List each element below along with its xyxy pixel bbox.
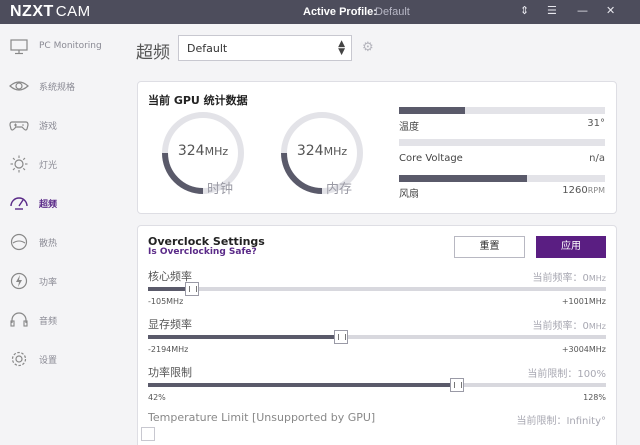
active-profile-label: Active Profile: <box>303 6 377 18</box>
temperature-limit-slider-thumb <box>141 427 155 441</box>
sidebar-item-label: 音频 <box>39 317 58 327</box>
sidebar-item-label: 散热 <box>39 239 58 249</box>
up-down-arrows-icon: ▲ ▼ <box>338 39 345 57</box>
memory-clock-max: +3004MHz <box>561 345 606 354</box>
eye-icon <box>9 81 29 91</box>
page-title: 超频 <box>136 43 170 63</box>
core-clock-value: 324MHz <box>177 143 229 159</box>
memory-clock-min: -2194MHz <box>148 345 189 354</box>
core-clock-max: +1001MHz <box>561 297 606 306</box>
sidebar-item-power[interactable]: 功率 <box>0 266 128 296</box>
power-limit-slider-label: 功率限制 <box>148 366 192 379</box>
sidebar-item-label: 游戏 <box>39 122 58 132</box>
menu-icon[interactable]: ☰ <box>547 4 557 17</box>
active-profile-value[interactable]: Default <box>375 6 410 18</box>
reset-button[interactable]: 重置 <box>454 236 525 258</box>
temperature-bar <box>399 107 605 114</box>
gamepad-icon <box>9 121 29 131</box>
profile-dropdown[interactable]: Default ▲ ▼ <box>178 35 352 61</box>
power-limit-max: 128% <box>583 393 606 402</box>
memory-clock-label: 内存 <box>326 182 353 197</box>
core-clock-slider-thumb[interactable] <box>184 282 199 296</box>
thermometer-icon <box>10 233 28 251</box>
sidebar: PC Monitoring 系统规格 游戏 灯光 超频 散热 功率 音频 设置 <box>0 24 128 445</box>
overclocking-safe-link[interactable]: Is Overclocking Safe? <box>148 247 257 257</box>
gpu-stats-title: 当前 GPU 统计数据 <box>148 94 248 107</box>
sidebar-item-label: 灯光 <box>39 161 58 171</box>
sun-icon <box>10 155 28 173</box>
sidebar-item-overclock[interactable]: 超频 <box>0 188 128 218</box>
temperature-bar-fill <box>399 107 465 114</box>
monitor-icon <box>10 39 28 55</box>
memory-clock-slider-label: 显存频率 <box>148 318 192 331</box>
minimize-icon[interactable]: — <box>577 4 588 17</box>
nzxt-cam-logo: NZXT CAM <box>10 3 91 20</box>
sidebar-item-system-specs[interactable]: 系统规格 <box>0 71 128 101</box>
temperature-limit-current: 当前限制：Infinity° <box>516 416 606 427</box>
fan-value: 1260RPM <box>562 185 605 196</box>
title-bar: NZXT CAM Active Profile: Default ⇕ ☰ — ✕ <box>0 0 640 24</box>
power-limit-min: 42% <box>148 393 166 402</box>
power-limit-slider-fill <box>148 383 458 387</box>
memory-clock-current: 当前频率：0MHz <box>532 321 607 332</box>
headset-icon <box>10 312 28 327</box>
core-clock-label: 时钟 <box>207 182 234 197</box>
power-icon <box>10 272 28 290</box>
memory-clock-value: 324MHz <box>296 143 348 159</box>
sidebar-item-lighting[interactable]: 灯光 <box>0 149 128 179</box>
fan-label: 风扇 <box>399 189 419 200</box>
temperature-limit-label: Temperature Limit [Unsupported by GPU] <box>148 411 376 424</box>
memory-clock-gauge: 324MHz <box>279 110 365 196</box>
power-limit-current: 当前限制：100% <box>527 369 606 380</box>
profile-settings-gear-icon[interactable]: ⚙ <box>362 40 374 55</box>
sidebar-item-label: 设置 <box>39 356 58 366</box>
sidebar-item-label: 系统规格 <box>39 83 76 93</box>
sidebar-item-label: PC Monitoring <box>39 41 102 51</box>
memory-clock-slider-fill <box>148 335 342 339</box>
core-clock-current: 当前频率：0MHz <box>532 273 607 284</box>
core-voltage-value: n/a <box>589 153 605 164</box>
speedometer-icon <box>10 197 28 210</box>
sidebar-item-games[interactable]: 游戏 <box>0 110 128 140</box>
profile-switch-icon[interactable]: ⇕ <box>520 4 529 17</box>
power-limit-slider[interactable] <box>148 378 606 392</box>
sidebar-item-audio[interactable]: 音频 <box>0 305 128 335</box>
sidebar-item-cooling[interactable]: 散热 <box>0 227 128 257</box>
sidebar-item-pc-monitoring[interactable]: PC Monitoring <box>0 32 128 62</box>
core-voltage-label: Core Voltage <box>399 153 463 164</box>
memory-clock-slider[interactable] <box>148 330 606 344</box>
fan-bar-fill <box>399 175 527 182</box>
temperature-value: 31° <box>587 118 605 129</box>
core-voltage-bar <box>399 139 605 146</box>
core-clock-min: -105MHz <box>148 297 184 306</box>
sidebar-item-label: 超频 <box>39 200 58 210</box>
sidebar-item-label: 功率 <box>39 278 58 288</box>
core-clock-gauge: 324MHz <box>160 110 246 196</box>
temperature-label: 温度 <box>399 122 419 133</box>
profile-dropdown-value: Default <box>187 42 228 55</box>
apply-button[interactable]: 应用 <box>536 236 606 258</box>
close-icon[interactable]: ✕ <box>606 4 615 17</box>
sidebar-item-settings[interactable]: 设置 <box>0 344 128 374</box>
memory-clock-slider-thumb[interactable] <box>334 330 349 344</box>
fan-bar <box>399 175 605 182</box>
gear-icon <box>11 351 27 367</box>
core-clock-slider[interactable] <box>148 282 606 296</box>
power-limit-slider-thumb[interactable] <box>450 378 465 392</box>
